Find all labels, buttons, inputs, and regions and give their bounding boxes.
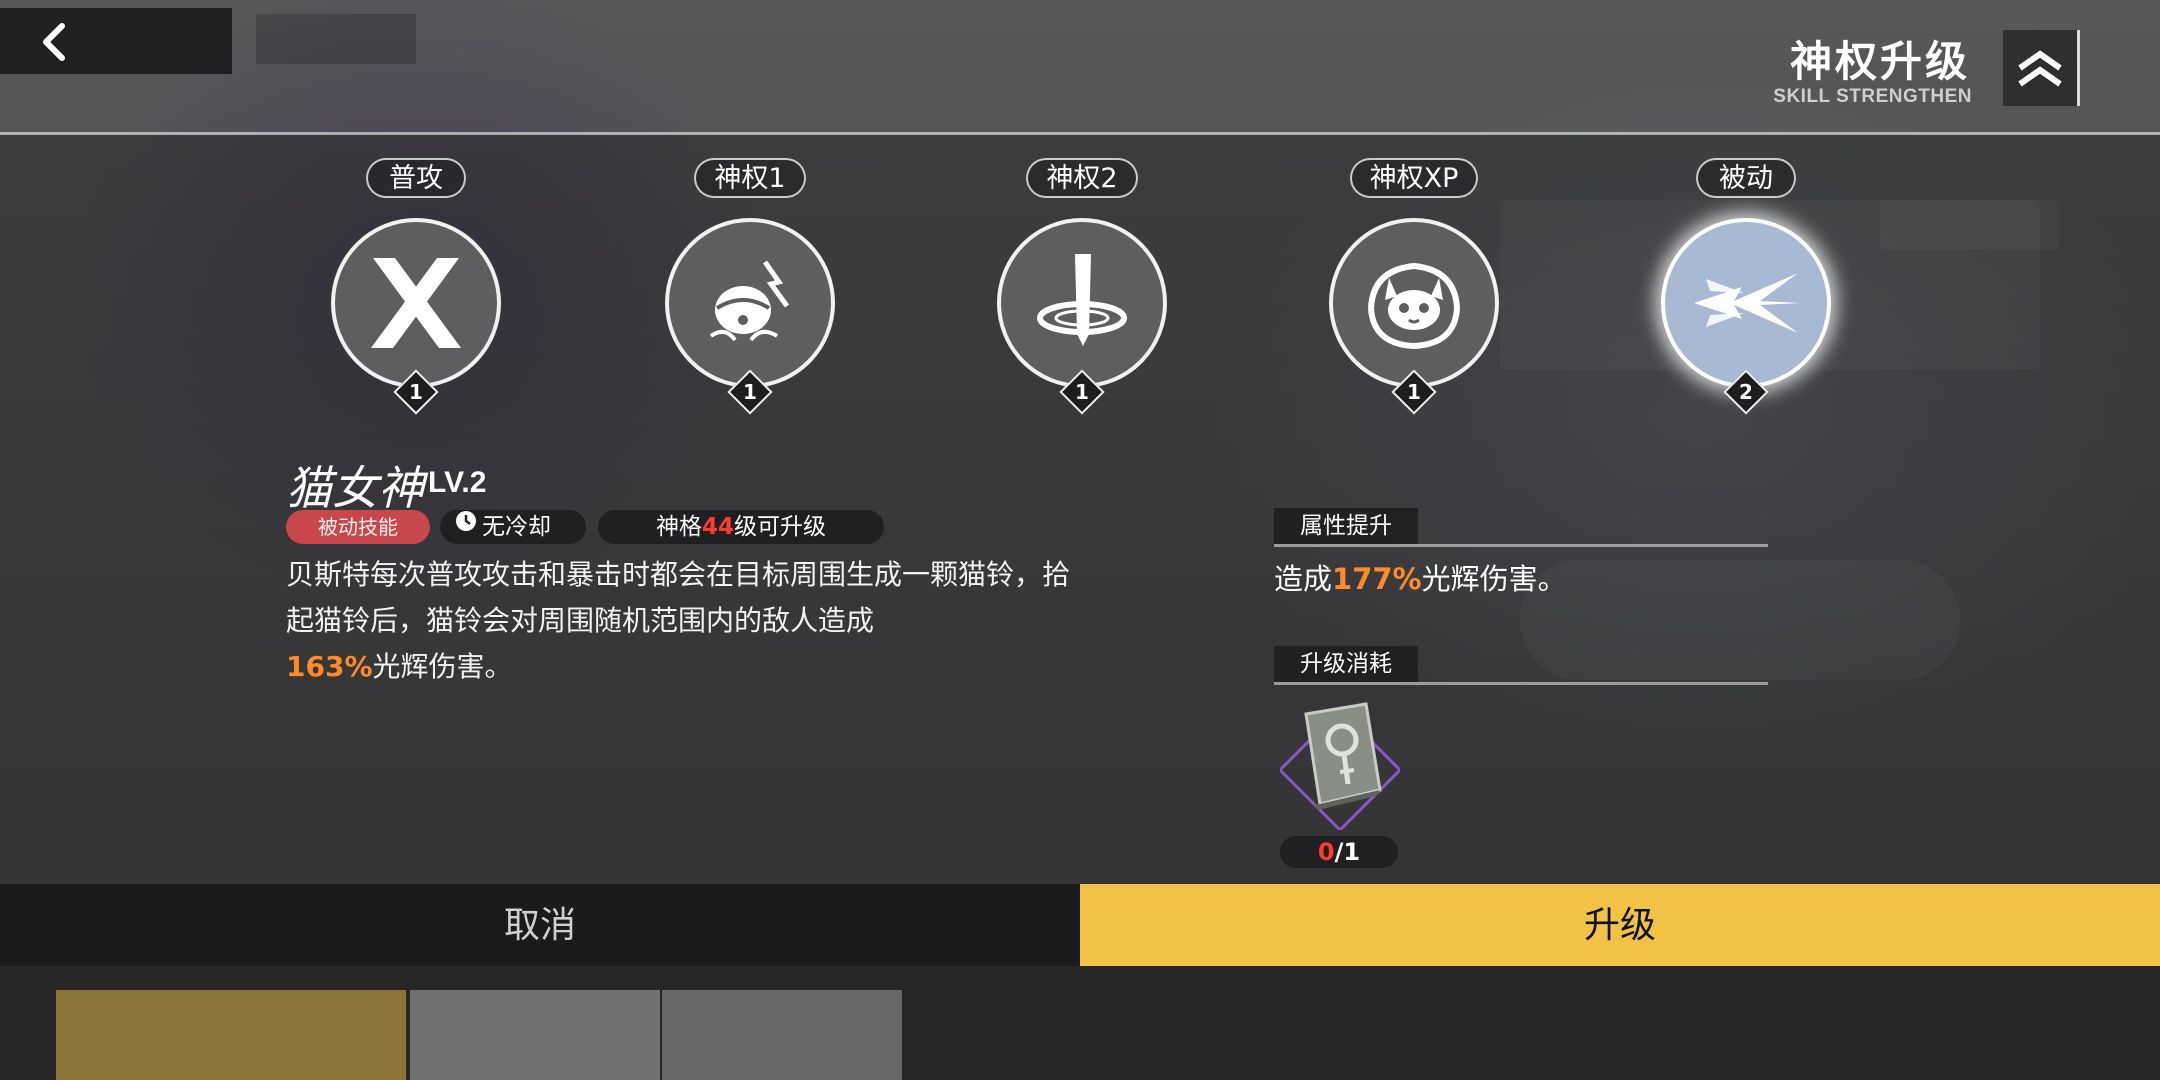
header-divider [0, 132, 2160, 135]
skill-book-item[interactable] [1277, 700, 1403, 833]
requirement-level: 44 [701, 514, 734, 540]
cooldown-tag: 无冷却 [440, 510, 586, 544]
skill-icon-frame: 2 [1661, 218, 1831, 415]
bottom-tab-blurred [662, 990, 902, 1080]
requirement-suffix: 级可升级 [734, 514, 826, 540]
skill-label: 普攻 [366, 158, 466, 198]
upgrade-requirement-tag: 神格44级可升级 [598, 510, 884, 544]
skill-icon-frame: 1 [997, 218, 1167, 415]
attribute-boost-text: 造成177%光辉伤害。 [1274, 556, 1567, 598]
sword-vortex-icon [1037, 254, 1127, 346]
cat-face-swirl-icon [1368, 262, 1461, 350]
skill-icon-frame: 1 [1329, 218, 1499, 415]
cooldown-text: 无冷却 [482, 514, 551, 540]
skill-name: 猫女神 [286, 461, 424, 515]
radiant-burst-icon [1694, 273, 1800, 333]
requirement-prefix: 神格 [655, 514, 702, 540]
skill-label: 神权2 [1026, 158, 1138, 198]
skill-label: 神权XP [1349, 158, 1479, 198]
bottom-tab-blurred [410, 990, 660, 1080]
attribute-header-label: 属性提升 [1274, 508, 1418, 544]
attribute-prefix: 造成 [1274, 562, 1333, 596]
cost-section-header: 升级消耗 [1274, 646, 1768, 685]
skill-level: LV.2 [428, 466, 487, 499]
cat-bell-lightning-icon [709, 260, 790, 342]
skill-tab-normal-attack[interactable]: 普攻 1 [296, 158, 536, 415]
skill-label: 神权1 [694, 158, 806, 198]
attribute-section-header: 属性提升 [1274, 508, 1768, 547]
rank-chevron-icon[interactable] [2003, 30, 2080, 106]
item-count-have: 0 [1317, 838, 1335, 866]
skill-label: 被动 [1696, 158, 1796, 198]
header-spacer [256, 14, 416, 64]
attribute-value: 177% [1332, 562, 1422, 596]
page-subtitle: SKILL STRENGTHEN [1773, 86, 1972, 107]
description-text: 贝斯特每次普攻攻击和暴击时都会在目标周围生成一颗猫铃，拾起猫铃后，猫铃会对周围随… [286, 558, 1071, 637]
passive-skill-tag: 被动技能 [286, 510, 430, 544]
cancel-button[interactable]: 取消 [0, 884, 1080, 966]
crossed-blades-icon [371, 258, 461, 348]
back-button[interactable] [0, 8, 232, 74]
skill-tab-passive[interactable]: 被动 2 [1626, 158, 1866, 415]
skill-tab-divine-1[interactable]: 神权1 1 [630, 158, 870, 415]
attribute-suffix: 光辉伤害。 [1421, 562, 1567, 596]
skill-book-icon [1277, 702, 1403, 833]
skill-tab-divine-2[interactable]: 神权2 1 [962, 158, 1202, 415]
bottom-tab-blurred [56, 990, 406, 1080]
skill-icon-frame: 1 [331, 218, 501, 415]
cost-header-label: 升级消耗 [1274, 646, 1418, 682]
page-title: 神权升级 [1789, 37, 1970, 86]
skill-tab-divine-xp[interactable]: 神权XP 1 [1294, 158, 1534, 415]
item-count: 0/1 [1280, 836, 1398, 868]
clock-icon [454, 509, 478, 543]
back-arrow-icon [43, 23, 65, 61]
upgrade-button[interactable]: 升级 [1080, 884, 2160, 966]
item-count-need: /1 [1334, 838, 1361, 866]
description-value: 163% [286, 650, 373, 683]
skill-description: 贝斯特每次普攻攻击和暴击时都会在目标周围生成一颗猫铃，拾起猫铃后，猫铃会对周围随… [286, 552, 1086, 690]
description-tail: 光辉伤害。 [372, 650, 513, 683]
skill-icon-frame: 1 [665, 218, 835, 415]
